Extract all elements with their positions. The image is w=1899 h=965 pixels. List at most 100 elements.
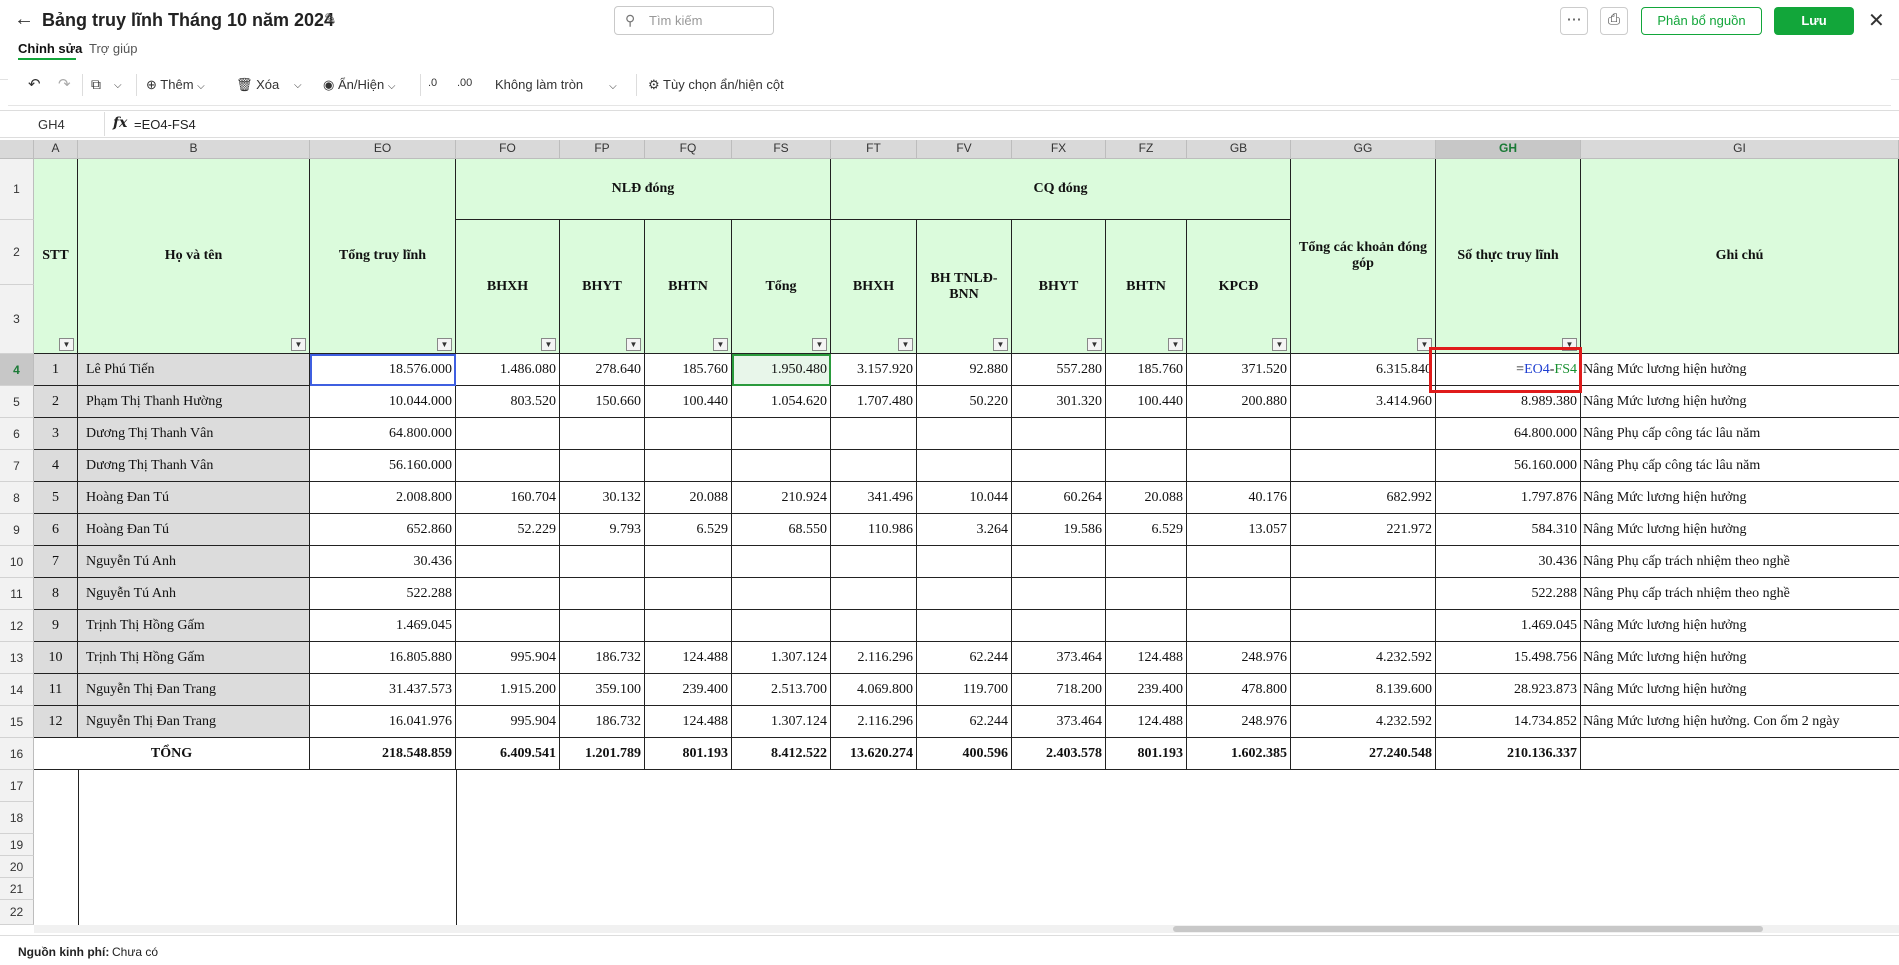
data-cell[interactable] xyxy=(1291,450,1436,482)
row-header-3[interactable]: 3 xyxy=(0,285,34,354)
data-cell[interactable] xyxy=(917,418,1012,450)
data-cell[interactable] xyxy=(1106,450,1187,482)
data-cell[interactable]: 341.496 xyxy=(831,482,917,514)
note-cell[interactable]: Nâng Mức lương hiện hưởng xyxy=(1581,610,1899,642)
data-cell[interactable] xyxy=(1291,578,1436,610)
data-cell[interactable] xyxy=(560,418,645,450)
data-cell[interactable]: 56.160.000 xyxy=(310,450,456,482)
data-cell[interactable]: 1.307.124 xyxy=(732,706,831,738)
column-header-fv[interactable]: FV xyxy=(917,140,1012,159)
data-cell[interactable] xyxy=(560,578,645,610)
data-cell[interactable] xyxy=(1291,418,1436,450)
stt-cell[interactable]: 8 xyxy=(34,578,78,610)
name-cell[interactable]: Nguyễn Thị Đan Trang xyxy=(78,706,310,738)
data-cell[interactable]: 3.264 xyxy=(917,514,1012,546)
column-header-gg[interactable]: GG xyxy=(1291,140,1436,159)
row-header-22[interactable]: 22 xyxy=(0,900,34,925)
data-cell[interactable]: 6.529 xyxy=(645,514,732,546)
stt-cell[interactable]: 9 xyxy=(34,610,78,642)
data-cell[interactable]: 239.400 xyxy=(1106,674,1187,706)
data-cell[interactable]: 62.244 xyxy=(917,642,1012,674)
data-cell[interactable]: 124.488 xyxy=(645,706,732,738)
data-cell[interactable]: 478.800 xyxy=(1187,674,1291,706)
data-cell[interactable]: 682.992 xyxy=(1291,482,1436,514)
row-header-2[interactable]: 2 xyxy=(0,220,34,285)
data-cell[interactable] xyxy=(645,610,732,642)
row-header-5[interactable]: 5 xyxy=(0,386,34,418)
data-cell[interactable]: 56.160.000 xyxy=(1436,450,1581,482)
data-cell[interactable]: 185.760 xyxy=(1106,354,1187,386)
data-cell[interactable] xyxy=(917,546,1012,578)
data-cell[interactable]: 186.732 xyxy=(560,706,645,738)
name-cell[interactable]: Dương Thị Thanh Vân xyxy=(78,418,310,450)
data-cell[interactable] xyxy=(645,546,732,578)
data-cell[interactable]: 30.436 xyxy=(310,546,456,578)
data-cell[interactable] xyxy=(1106,418,1187,450)
increase-decimal-button[interactable]: .00 xyxy=(457,77,472,89)
stt-cell[interactable]: 4 xyxy=(34,450,78,482)
data-cell[interactable]: 124.488 xyxy=(1106,706,1187,738)
data-cell[interactable]: 239.400 xyxy=(645,674,732,706)
column-header-b[interactable]: B xyxy=(78,140,310,159)
data-cell[interactable]: 1.797.876 xyxy=(1436,482,1581,514)
data-cell[interactable] xyxy=(831,578,917,610)
redo-icon[interactable]: ↷ xyxy=(58,75,71,93)
show-hide-button[interactable]: ◉ Ẩn/Hiện ⌵ xyxy=(323,77,395,93)
data-cell[interactable]: 210.924 xyxy=(732,482,831,514)
note-cell[interactable]: Nâng Phụ cấp trách nhiệm theo nghề xyxy=(1581,546,1899,578)
column-header-fp[interactable]: FP xyxy=(560,140,645,159)
total-cell[interactable]: 218.548.859 xyxy=(310,738,456,770)
data-cell[interactable]: 20.088 xyxy=(645,482,732,514)
data-cell[interactable]: 2.116.296 xyxy=(831,706,917,738)
data-cell[interactable]: 373.464 xyxy=(1012,706,1106,738)
total-cell[interactable] xyxy=(1581,738,1899,770)
row-header-11[interactable]: 11 xyxy=(0,578,34,610)
data-cell[interactable] xyxy=(1012,418,1106,450)
column-header-gb[interactable]: GB xyxy=(1187,140,1291,159)
stt-cell[interactable]: 6 xyxy=(34,514,78,546)
data-cell[interactable] xyxy=(560,450,645,482)
total-cell[interactable]: 8.412.522 xyxy=(732,738,831,770)
data-cell[interactable] xyxy=(456,450,560,482)
data-cell[interactable] xyxy=(645,418,732,450)
filter-dropdown-icon[interactable]: ▼ xyxy=(713,338,728,351)
data-cell[interactable]: 10.044 xyxy=(917,482,1012,514)
total-cell[interactable]: 1.201.789 xyxy=(560,738,645,770)
data-cell[interactable]: 119.700 xyxy=(917,674,1012,706)
data-cell[interactable]: 150.660 xyxy=(560,386,645,418)
data-cell[interactable] xyxy=(1291,546,1436,578)
data-cell[interactable]: 14.734.852 xyxy=(1436,706,1581,738)
data-cell[interactable]: 60.264 xyxy=(1012,482,1106,514)
total-cell[interactable]: 27.240.548 xyxy=(1291,738,1436,770)
data-cell[interactable]: 1.307.124 xyxy=(732,642,831,674)
data-cell[interactable] xyxy=(1012,450,1106,482)
allocate-funds-button[interactable]: Phân bổ nguồn xyxy=(1641,7,1762,35)
data-cell[interactable]: 995.904 xyxy=(456,706,560,738)
data-cell[interactable]: 124.488 xyxy=(645,642,732,674)
row-header-4[interactable]: 4 xyxy=(0,354,34,386)
column-header-fz[interactable]: FZ xyxy=(1106,140,1187,159)
data-cell[interactable] xyxy=(456,546,560,578)
column-header-gi[interactable]: GI xyxy=(1581,140,1899,159)
data-cell[interactable]: 68.550 xyxy=(732,514,831,546)
filter-dropdown-icon[interactable]: ▼ xyxy=(626,338,641,351)
data-cell[interactable]: 359.100 xyxy=(560,674,645,706)
stt-cell[interactable]: 10 xyxy=(34,642,78,674)
data-cell[interactable]: 1.469.045 xyxy=(310,610,456,642)
note-cell[interactable]: Nâng Mức lương hiện hưởng xyxy=(1581,354,1899,386)
total-cell[interactable]: 13.620.274 xyxy=(831,738,917,770)
stt-cell[interactable]: 7 xyxy=(34,546,78,578)
data-cell[interactable]: 371.520 xyxy=(1187,354,1291,386)
data-cell[interactable]: 52.229 xyxy=(456,514,560,546)
tab-help[interactable]: Trợ giúp xyxy=(89,41,138,56)
column-header-fx[interactable]: FX xyxy=(1012,140,1106,159)
data-cell[interactable]: 652.860 xyxy=(310,514,456,546)
search-input[interactable]: ⚲ Tìm kiếm xyxy=(614,6,774,35)
data-cell[interactable]: 6.315.840 xyxy=(1291,354,1436,386)
data-cell[interactable]: 995.904 xyxy=(456,642,560,674)
name-cell[interactable]: Hoàng Đan Tú xyxy=(78,482,310,514)
edit-title-pencil-icon[interactable]: ✎ xyxy=(324,10,337,28)
data-cell[interactable] xyxy=(645,450,732,482)
data-cell[interactable]: 221.972 xyxy=(1291,514,1436,546)
data-cell[interactable] xyxy=(917,578,1012,610)
